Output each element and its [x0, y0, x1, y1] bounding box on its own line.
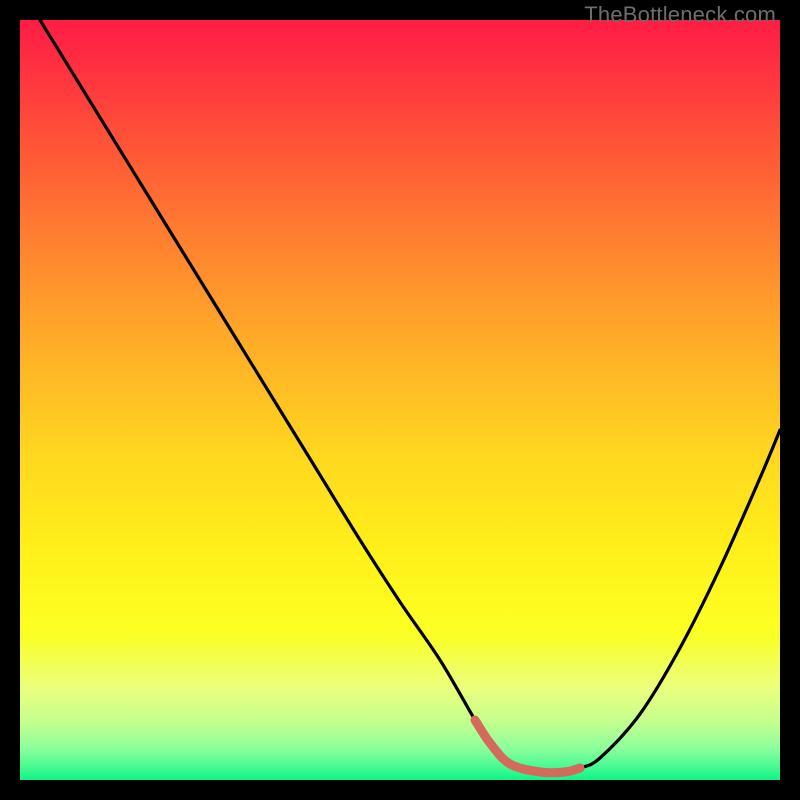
- watermark-text: TheBottleneck.com: [584, 2, 776, 28]
- chart-plot-area: [20, 20, 780, 780]
- gradient-wash: [20, 640, 780, 780]
